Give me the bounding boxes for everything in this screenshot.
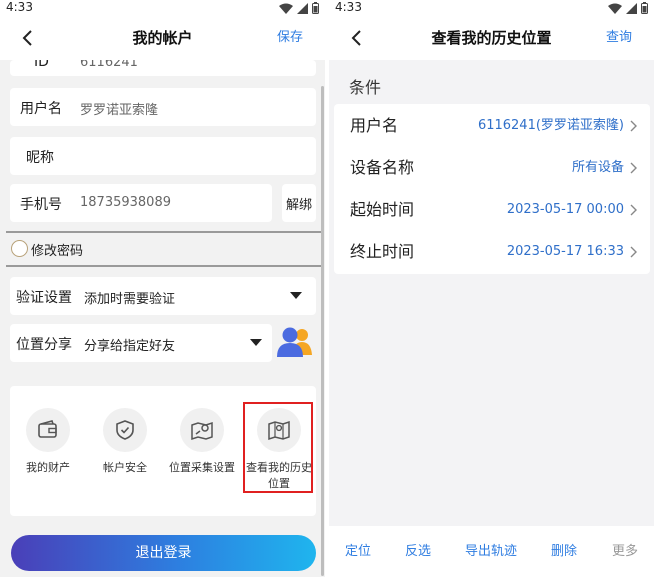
- grid-item-assets[interactable]: 我的财产: [11, 408, 85, 476]
- grid-item-collect-settings[interactable]: 位置采集设置: [165, 408, 239, 476]
- end-time-row[interactable]: 终止时间 2023-05-17 16:33: [334, 231, 650, 273]
- conditions-list: 用户名 6116241(罗罗诺亚索隆) 设备名称 所有设备 起始时间 2023-…: [334, 104, 650, 274]
- row-key: 终止时间: [350, 242, 415, 261]
- bottom-action-bar: 定位 反选 导出轨迹 删除 更多: [329, 526, 654, 577]
- dropdown-arrow-icon: [290, 292, 302, 299]
- export-track-button[interactable]: 导出轨迹: [465, 526, 517, 577]
- unbind-button[interactable]: 解绑: [282, 184, 316, 222]
- history-location-screen: 4:33 查看我的历史位置 查询 条件 用户名 6116241(罗罗诺亚索隆) …: [329, 0, 654, 577]
- row-key: 设备名称: [350, 158, 415, 177]
- delete-button[interactable]: 删除: [551, 526, 577, 577]
- grid-label: 我的财产: [26, 461, 70, 474]
- status-time: 4:33: [335, 0, 362, 14]
- share-label: 位置分享: [16, 337, 72, 353]
- status-icons: [279, 2, 319, 14]
- nav-bar: 查看我的历史位置 查询: [329, 16, 654, 60]
- row-key: 起始时间: [350, 200, 415, 219]
- row-value: 2023-05-17 00:00: [506, 202, 624, 217]
- friends-icon[interactable]: [276, 325, 314, 359]
- row-key: 用户名: [350, 116, 399, 135]
- id-label: ID: [34, 60, 49, 70]
- invert-selection-button[interactable]: 反选: [405, 526, 431, 577]
- start-time-row[interactable]: 起始时间 2023-05-17 00:00: [334, 189, 650, 231]
- verify-value: 添加时需要验证: [84, 292, 176, 307]
- more-button[interactable]: 更多: [612, 526, 638, 577]
- signal-icon: [626, 2, 637, 14]
- scrollbar[interactable]: [321, 86, 324, 576]
- save-button[interactable]: 保存: [277, 16, 303, 60]
- grid-label: 位置采集设置: [169, 461, 235, 474]
- phone-field[interactable]: 手机号 18735938089: [10, 184, 272, 222]
- wifi-icon: [608, 3, 622, 14]
- status-icons: [608, 2, 648, 14]
- locate-button[interactable]: 定位: [345, 526, 371, 577]
- verify-label: 验证设置: [16, 290, 72, 306]
- username-label: 用户名: [20, 101, 62, 117]
- radio-circle-icon: [11, 240, 28, 257]
- divider-line: [6, 265, 321, 267]
- account-screen: 4:33 我的帐户 保存 ID 6116241 用户名 罗罗诺亚索隆 昵称 手机…: [0, 0, 325, 577]
- row-value: 2023-05-17 16:33: [506, 244, 624, 259]
- nickname-label: 昵称: [26, 150, 54, 166]
- device-name-row[interactable]: 设备名称 所有设备: [334, 147, 650, 189]
- nickname-field[interactable]: 昵称: [10, 137, 316, 175]
- id-row: ID 6116241: [10, 60, 316, 76]
- wallet-icon: [38, 420, 57, 438]
- dropdown-arrow-icon: [250, 339, 262, 346]
- signal-icon: [297, 2, 308, 14]
- highlight-box: [243, 402, 313, 493]
- change-password-checkbox[interactable]: 修改密码: [11, 239, 131, 259]
- nav-bar: 我的帐户 保存: [0, 16, 325, 60]
- battery-icon: [641, 2, 648, 14]
- chevron-right-icon: [630, 162, 637, 174]
- divider-line: [6, 231, 321, 233]
- shield-icon: [116, 420, 134, 440]
- chevron-right-icon: [630, 246, 637, 258]
- status-time: 4:33: [6, 0, 33, 14]
- username-row[interactable]: 用户名 6116241(罗罗诺亚索隆): [334, 105, 650, 147]
- verify-settings-select[interactable]: 验证设置 添加时需要验证: [10, 277, 316, 315]
- query-button[interactable]: 查询: [606, 16, 632, 60]
- phone-value: 18735938089: [80, 195, 171, 210]
- location-share-select[interactable]: 位置分享 分享给指定好友: [10, 324, 272, 362]
- battery-icon: [312, 2, 319, 14]
- phone-label: 手机号: [20, 197, 62, 213]
- id-value: 6116241: [80, 60, 138, 70]
- username-row[interactable]: 用户名 罗罗诺亚索隆: [10, 88, 316, 126]
- grid-item-security[interactable]: 帐户安全: [88, 408, 162, 476]
- grid-label: 帐户安全: [103, 461, 147, 474]
- username-value: 罗罗诺亚索隆: [80, 103, 159, 118]
- status-bar: 4:33: [0, 0, 325, 16]
- chevron-right-icon: [630, 120, 637, 132]
- chevron-right-icon: [630, 204, 637, 216]
- map-pin-icon: [191, 421, 213, 441]
- share-value: 分享给指定好友: [84, 339, 176, 354]
- conditions-title: 条件: [349, 78, 382, 97]
- change-password-label: 修改密码: [31, 244, 84, 259]
- row-value: 所有设备: [571, 160, 624, 175]
- logout-button[interactable]: 退出登录: [11, 535, 316, 571]
- status-bar: 4:33: [329, 0, 654, 16]
- wifi-icon: [279, 3, 293, 14]
- row-value: 6116241(罗罗诺亚索隆): [477, 118, 624, 133]
